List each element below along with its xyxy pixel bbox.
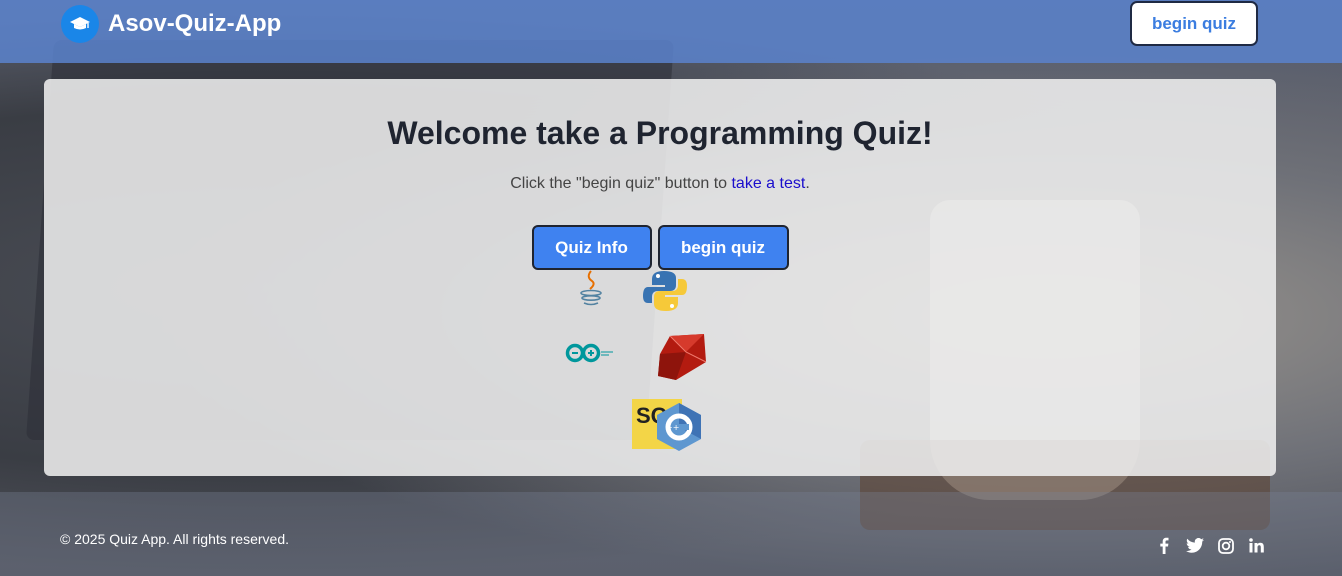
- graduation-cap-icon: [61, 5, 99, 43]
- nav-begin-quiz-button[interactable]: begin quiz: [1130, 1, 1258, 46]
- twitter-icon[interactable]: [1185, 536, 1204, 555]
- brand-title: Asov-Quiz-App: [108, 10, 282, 37]
- action-buttons: Quiz Info begin quiz: [44, 225, 1276, 270]
- take-test-link[interactable]: take a test: [731, 175, 805, 192]
- arduino-icon: [565, 343, 615, 368]
- subtitle: Click the "begin quiz" button to take a …: [44, 175, 1276, 193]
- instagram-icon[interactable]: [1216, 536, 1235, 555]
- subtitle-text: Click the "begin quiz" button to: [510, 175, 732, 192]
- begin-quiz-button[interactable]: begin quiz: [657, 225, 789, 270]
- copyright-text: © 2025 Quiz App. All rights reserved.: [60, 531, 289, 547]
- social-links: [1154, 536, 1266, 555]
- footer: © 2025 Quiz App. All rights reserved.: [0, 492, 1342, 576]
- facebook-icon[interactable]: [1154, 536, 1173, 555]
- ruby-icon: [656, 332, 708, 387]
- cpp-icon: ++: [656, 402, 702, 457]
- subtitle-suffix: .: [805, 175, 810, 192]
- java-icon: [576, 269, 606, 314]
- svg-text:++: ++: [666, 423, 679, 432]
- python-icon: [642, 269, 688, 318]
- quiz-info-button[interactable]: Quiz Info: [531, 225, 652, 270]
- page-title: Welcome take a Programming Quiz!: [387, 115, 933, 151]
- brand[interactable]: Asov-Quiz-App: [61, 5, 281, 43]
- welcome-card: Welcome take a Programming Quiz! Click t…: [44, 79, 1276, 476]
- linkedin-icon[interactable]: [1247, 536, 1266, 555]
- navbar: Asov-Quiz-App begin quiz: [0, 0, 1342, 63]
